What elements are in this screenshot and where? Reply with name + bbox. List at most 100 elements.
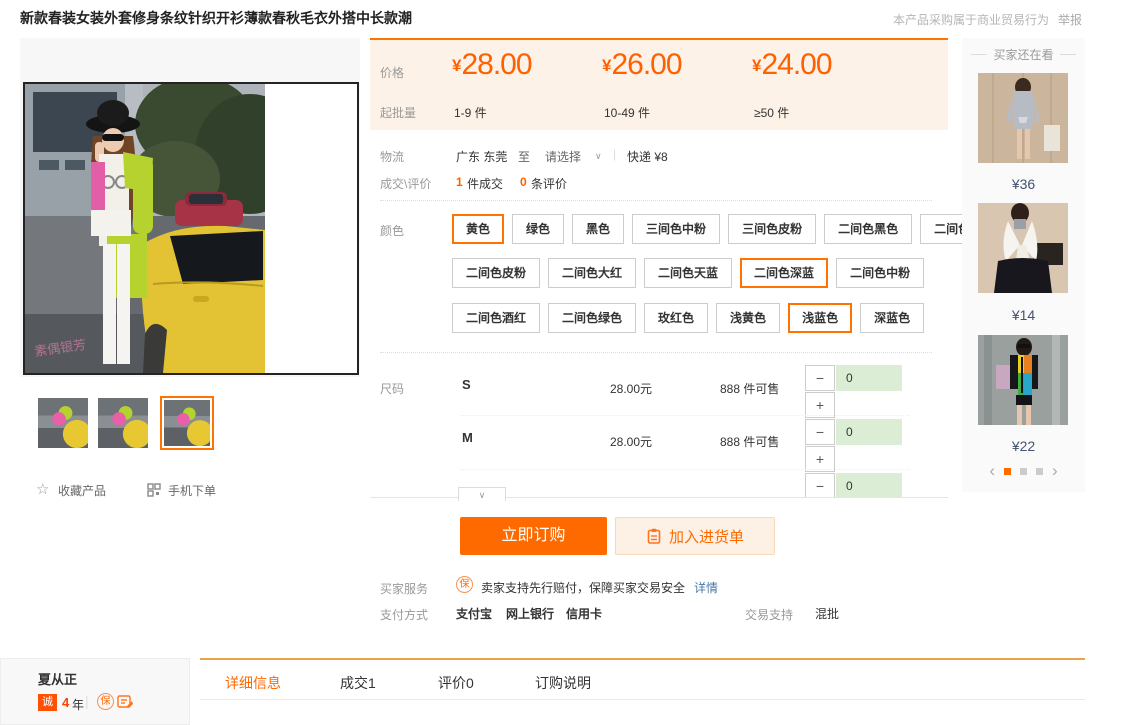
next-arrow-icon[interactable]: › [1052, 464, 1058, 478]
quantity-input[interactable]: 0 [836, 473, 902, 497]
divider: | [613, 147, 616, 161]
guarantee-icon: 保 [456, 576, 473, 593]
moq-tier-2: 10-49 件 [604, 104, 650, 121]
destination-select[interactable]: 请选择 [545, 148, 581, 165]
order-now-button[interactable]: 立即订购 [460, 517, 607, 555]
tab-reviews[interactable]: 评价0 [438, 673, 474, 693]
service-text: 卖家支持先行赔付，保障买家交易安全 [481, 579, 685, 596]
related-product-1-art [978, 73, 1068, 163]
color-option[interactable]: 二间色酒红 [452, 303, 540, 333]
page-dot[interactable] [1036, 468, 1043, 475]
buyer-service-label: 买家服务 [380, 580, 428, 597]
page-dot-active[interactable] [1004, 468, 1011, 475]
logistics-label: 物流 [380, 148, 404, 165]
qr-code-icon[interactable] [147, 483, 161, 502]
color-option[interactable]: 二间色绿色 [548, 303, 636, 333]
color-option[interactable]: 二间色中粉 [836, 258, 924, 288]
star-icon[interactable]: ☆ [36, 480, 49, 498]
review-count[interactable]: 0 [520, 175, 527, 189]
trade-notice: 本产品采购属于商业贸易行为 [893, 11, 1049, 28]
related-product-3-art [978, 335, 1068, 425]
chevron-down-icon: ∨ [479, 490, 486, 500]
color-option[interactable]: 二间色皮粉 [452, 258, 540, 288]
certificate-icon[interactable] [117, 694, 134, 715]
size-name: S [462, 377, 471, 392]
tab-detail-info[interactable]: 详细信息 [225, 673, 281, 693]
color-option[interactable]: 浅黄色 [716, 303, 780, 333]
thumbnail-2-image [98, 398, 148, 448]
color-row-1: 黄色 绿色 黑色 三间色中粉 三间色皮粉 二间色黑色 二间色玫红 [452, 214, 1008, 244]
related-product-2-art [978, 203, 1068, 293]
related-product-2-price[interactable]: ¥14 [962, 307, 1085, 323]
chevron-down-icon[interactable]: ∨ [595, 151, 602, 162]
moq-tier-1: 1-9 件 [454, 104, 487, 121]
related-product-2-image[interactable] [978, 203, 1068, 293]
size-list: S 28.00元 888 件可售 − 0 + M 28.00元 888 件可售 … [440, 363, 948, 497]
separator [460, 469, 910, 470]
thumbnail-1[interactable] [38, 398, 88, 448]
color-option[interactable]: 二间色黑色 [824, 214, 912, 244]
related-product-3-price[interactable]: ¥22 [962, 438, 1085, 454]
thumbnail-3-image [164, 400, 210, 446]
thumbnail-3-selected[interactable] [160, 396, 214, 450]
minus-button[interactable]: − [805, 365, 835, 391]
review-count-suffix[interactable]: 条评价 [531, 175, 567, 192]
color-option[interactable]: 绿色 [512, 214, 564, 244]
deal-count-suffix[interactable]: 件成交 [467, 175, 503, 192]
page-dot[interactable] [1020, 468, 1027, 475]
minus-button[interactable]: − [805, 419, 835, 445]
size-price: 28.00元 [610, 433, 652, 450]
price-tier-2: ¥26.00 [602, 48, 682, 82]
minus-button[interactable]: − [805, 473, 835, 497]
sidebar-pagination: ‹ › [962, 464, 1085, 478]
integrity-badge-icon: 诚 [38, 694, 57, 711]
product-page: 新款春装女装外套修身条纹针织开衫薄款春秋毛衣外搭中长款潮 本产品采购属于商业贸易… [0, 0, 1123, 725]
page-title: 新款春装女装外套修身条纹针织开衫薄款春秋毛衣外搭中长款潮 [20, 8, 412, 28]
size-price: 28.00元 [610, 380, 652, 397]
thumbnail-2[interactable] [98, 398, 148, 448]
color-option[interactable]: 三间色中粉 [632, 214, 720, 244]
prev-arrow-icon[interactable]: ‹ [989, 464, 995, 478]
mobile-order-button[interactable]: 手机下单 [168, 482, 216, 499]
related-product-1-image[interactable] [978, 73, 1068, 163]
quantity-input[interactable]: 0 [836, 419, 902, 445]
size-list-expander[interactable]: ∨ [458, 487, 506, 501]
tab-order-instructions[interactable]: 订购说明 [535, 673, 591, 693]
payment-method-ebank: 网上银行 [506, 605, 554, 622]
price-tier-3: ¥24.00 [752, 48, 832, 82]
also-viewing-title: 买家还在看 [993, 46, 1053, 63]
payment-method-credit-card: 信用卡 [566, 605, 602, 622]
quantity-input[interactable]: 0 [836, 365, 902, 391]
color-option-selected[interactable]: 浅蓝色 [788, 303, 852, 333]
favorite-product-button[interactable]: 收藏产品 [58, 482, 106, 499]
color-option-selected[interactable]: 二间色深蓝 [740, 258, 828, 288]
color-row-3: 二间色酒红 二间色绿色 玫红色 浅黄色 浅蓝色 深蓝色 [452, 303, 924, 333]
color-option[interactable]: 二间色天蓝 [644, 258, 732, 288]
logistics-origin: 广东 东莞 [456, 148, 507, 165]
add-to-purchase-list-label: 加入进货单 [669, 526, 744, 547]
color-option-yellow[interactable]: 黄色 [452, 214, 504, 244]
product-photo[interactable]: 素偶银芳 [23, 82, 359, 375]
divider [1060, 54, 1076, 55]
color-option[interactable]: 黑色 [572, 214, 624, 244]
color-option[interactable]: 玫红色 [644, 303, 708, 333]
color-option[interactable]: 三间色皮粉 [728, 214, 816, 244]
related-product-3-image[interactable] [978, 335, 1068, 425]
size-label: 尺码 [380, 380, 404, 397]
add-to-purchase-list-button[interactable]: 加入进货单 [615, 517, 775, 555]
tab-deals[interactable]: 成交1 [340, 673, 376, 693]
color-option[interactable]: 深蓝色 [860, 303, 924, 333]
logistics-to: 至 [518, 148, 530, 165]
related-product-1-price[interactable]: ¥36 [962, 176, 1085, 192]
price-label: 价格 [380, 64, 404, 81]
deals-label: 成交\评价 [380, 175, 431, 192]
separator [370, 497, 948, 498]
color-option[interactable]: 二间色大红 [548, 258, 636, 288]
report-link[interactable]: 举报 [1058, 11, 1082, 28]
service-detail-link[interactable]: 详情 [694, 579, 718, 596]
deal-count[interactable]: 1 [456, 175, 463, 189]
product-photo-art: 素偶银芳 [25, 84, 357, 373]
divider: | [85, 693, 89, 709]
separator [380, 200, 932, 201]
seller-name[interactable]: 夏从正 [38, 669, 77, 688]
